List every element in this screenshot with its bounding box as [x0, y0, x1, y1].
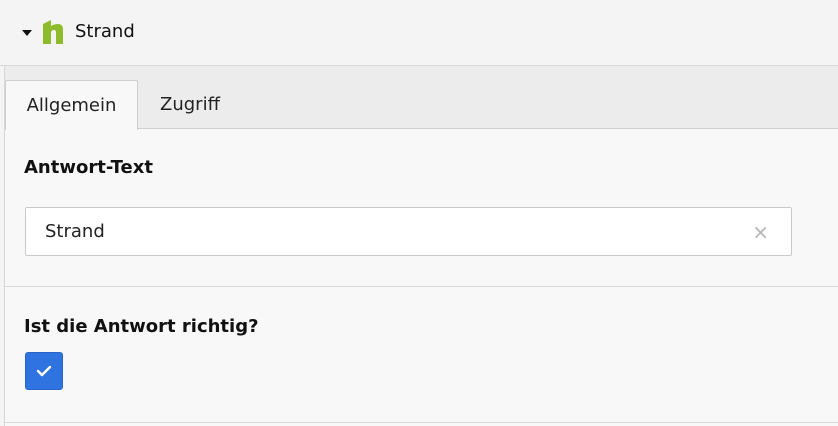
- element-header: Strand: [0, 0, 838, 66]
- app-logo-icon: [43, 20, 63, 44]
- caret-down-icon[interactable]: [22, 30, 32, 36]
- is-correct-label: Ist die Antwort richtig?: [24, 316, 259, 337]
- clear-icon[interactable]: ×: [752, 220, 769, 244]
- answer-text-label: Antwort-Text: [24, 157, 153, 178]
- edit-panel: Allgemein Zugriff Antwort-Text Strand × …: [4, 66, 838, 426]
- answer-text-input[interactable]: Strand ×: [25, 207, 792, 256]
- bottom-divider: [5, 422, 838, 423]
- tab-zugriff[interactable]: Zugriff: [138, 80, 242, 129]
- tab-allgemein[interactable]: Allgemein: [5, 80, 138, 130]
- is-correct-checkbox[interactable]: [25, 352, 63, 390]
- section-divider: [5, 286, 838, 287]
- element-title: Strand: [75, 21, 135, 42]
- checkmark-icon: [36, 365, 52, 377]
- answer-text-value[interactable]: Strand: [45, 221, 105, 243]
- tab-bar: Allgemein Zugriff: [5, 66, 838, 130]
